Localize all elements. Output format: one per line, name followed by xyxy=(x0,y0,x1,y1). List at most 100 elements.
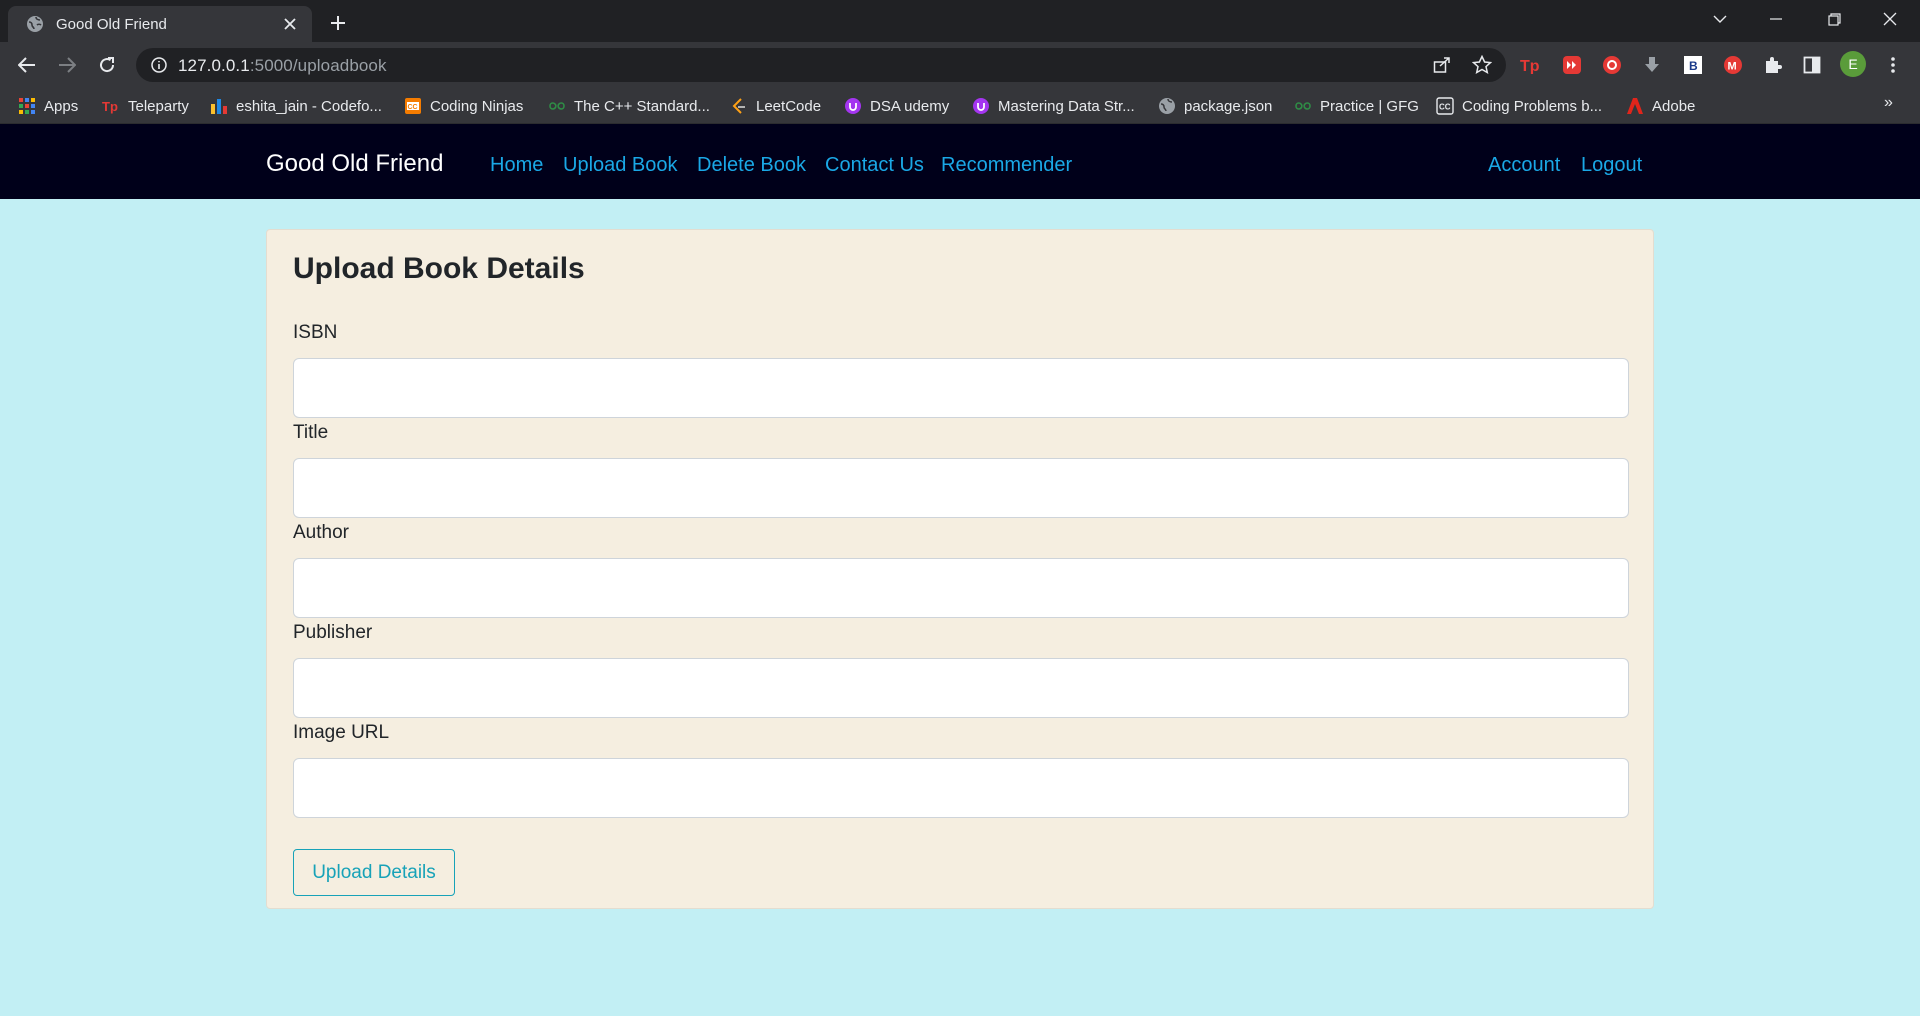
info-icon[interactable] xyxy=(150,56,168,74)
image-url-label: Image URL xyxy=(293,722,390,743)
nav-link-recommender[interactable]: Recommender xyxy=(941,154,1072,177)
svg-text:CC: CC xyxy=(1439,103,1451,112)
fast-forward-extension-icon[interactable] xyxy=(1561,54,1583,76)
bookmarks-bar: Apps Tp Teleparty eshita_jain - Codefo..… xyxy=(0,88,1920,124)
b-extension-icon[interactable]: B xyxy=(1682,54,1704,76)
url-host: 127.0.0.1 xyxy=(178,56,250,75)
forward-button[interactable] xyxy=(52,50,82,80)
bookmark-star-icon[interactable] xyxy=(1472,55,1492,75)
site-brand[interactable]: Good Old Friend xyxy=(266,150,443,178)
publisher-input[interactable] xyxy=(293,658,1629,718)
nav-link-logout[interactable]: Logout xyxy=(1581,154,1642,177)
reload-icon xyxy=(100,57,115,73)
globe-icon xyxy=(27,16,43,32)
author-input[interactable] xyxy=(293,558,1629,618)
side-panel-icon[interactable] xyxy=(1801,54,1823,76)
title-label: Title xyxy=(293,422,329,443)
bookmark-teleparty[interactable]: Tp Teleparty xyxy=(102,94,189,118)
bookmark-dsa-udemy[interactable]: DSA udemy xyxy=(844,94,949,118)
bookmark-adobe[interactable]: Adobe xyxy=(1626,94,1695,118)
gfg-icon xyxy=(549,102,565,110)
svg-text:Tp: Tp xyxy=(102,99,118,114)
bookmark-mastering-data[interactable]: Mastering Data Str... xyxy=(972,94,1135,118)
close-window-button[interactable] xyxy=(1862,0,1918,38)
svg-text:CC: CC xyxy=(408,104,418,111)
bookmark-label: DSA udemy xyxy=(870,97,950,115)
url-text: 127.0.0.1:5000/uploadbook xyxy=(178,56,387,76)
upload-details-button[interactable]: Upload Details xyxy=(293,849,455,896)
nav-link-delete-book[interactable]: Delete Book xyxy=(697,154,806,177)
bookmark-coding-problems[interactable]: CC Coding Problems b... xyxy=(1436,94,1602,118)
bookmark-package-json[interactable]: package.json xyxy=(1158,94,1272,118)
bookmark-label: Adobe xyxy=(1652,97,1696,115)
address-bar[interactable]: 127.0.0.1:5000/uploadbook xyxy=(136,48,1506,82)
bookmark-label: Practice | GFG xyxy=(1320,97,1419,115)
bookmark-cpp-standard[interactable]: The C++ Standard... xyxy=(548,94,710,118)
plus-icon xyxy=(331,16,345,30)
back-button[interactable] xyxy=(12,50,42,80)
new-tab-button[interactable] xyxy=(324,9,352,37)
m-extension-icon[interactable]: M xyxy=(1722,54,1744,76)
tab-title: Good Old Friend xyxy=(56,15,167,33)
adobe-icon xyxy=(1627,98,1643,114)
nav-link-contact-us[interactable]: Contact Us xyxy=(825,154,924,177)
udemy-icon xyxy=(845,98,861,114)
publisher-label: Publisher xyxy=(293,622,373,643)
extensions-puzzle-icon[interactable] xyxy=(1762,54,1784,76)
record-extension-icon[interactable] xyxy=(1601,54,1623,76)
profile-avatar[interactable]: E xyxy=(1840,51,1866,77)
site-navbar: Good Old Friend Home Upload Book Delete … xyxy=(0,124,1920,199)
reload-button[interactable] xyxy=(92,50,122,80)
forward-arrow-icon xyxy=(59,57,76,73)
upload-form-card: Upload Book Details ISBN Title Author Pu… xyxy=(266,229,1654,909)
bookmark-apps[interactable]: Apps xyxy=(18,94,78,118)
bookmark-label: The C++ Standard... xyxy=(574,97,710,115)
browser-toolbar: 127.0.0.1:5000/uploadbook Tp B M E xyxy=(0,42,1920,88)
tab-search-button[interactable] xyxy=(1692,0,1748,38)
close-icon xyxy=(1883,12,1897,26)
chevron-down-icon xyxy=(1713,15,1727,23)
form-title: Upload Book Details xyxy=(293,252,585,285)
svg-text:Tp: Tp xyxy=(1520,58,1540,74)
minimize-button[interactable] xyxy=(1748,0,1804,38)
codeforces-icon xyxy=(211,99,227,114)
title-input[interactable] xyxy=(293,458,1629,518)
close-tab-icon[interactable] xyxy=(280,14,300,34)
bookmark-label: Apps xyxy=(44,97,79,115)
download-extension-icon[interactable] xyxy=(1641,54,1663,76)
bookmark-label: Coding Problems b... xyxy=(1462,97,1603,115)
minimize-icon xyxy=(1770,18,1782,20)
nav-link-account[interactable]: Account xyxy=(1488,154,1560,177)
teleparty-icon: Tp xyxy=(102,99,118,114)
bookmark-label: package.json xyxy=(1184,97,1273,115)
bookmark-label: LeetCode xyxy=(756,97,822,115)
svg-text:B: B xyxy=(1689,59,1698,73)
isbn-input[interactable] xyxy=(293,358,1629,418)
bookmark-label: Teleparty xyxy=(128,97,189,115)
restore-button[interactable] xyxy=(1806,0,1862,38)
image-url-input[interactable] xyxy=(293,758,1629,818)
share-icon[interactable] xyxy=(1432,55,1452,75)
url-path: :5000/uploadbook xyxy=(249,56,387,75)
leetcode-icon xyxy=(732,98,745,114)
bookmark-codeforces[interactable]: eshita_jain - Codefo... xyxy=(210,94,382,118)
coding-ninjas-icon: CC xyxy=(405,98,421,114)
udemy-icon xyxy=(973,98,989,114)
bookmark-practice-gfg[interactable]: Practice | GFG xyxy=(1294,94,1419,118)
restore-icon xyxy=(1827,12,1841,26)
back-arrow-icon xyxy=(18,57,35,73)
bookmark-leetcode[interactable]: LeetCode xyxy=(730,94,821,118)
more-bookmarks-chevron[interactable]: » xyxy=(1884,94,1893,112)
bookmark-label: Mastering Data Str... xyxy=(998,97,1135,115)
browser-tab-strip: Good Old Friend xyxy=(0,0,1920,42)
bookmark-coding-ninjas[interactable]: CC Coding Ninjas xyxy=(404,94,523,118)
teleparty-extension-icon[interactable]: Tp xyxy=(1520,54,1542,76)
author-label: Author xyxy=(293,522,349,543)
globe-icon xyxy=(1159,98,1175,114)
nav-link-upload-book[interactable]: Upload Book xyxy=(563,154,678,177)
codechef-icon: CC xyxy=(1436,97,1454,115)
nav-link-home[interactable]: Home xyxy=(490,154,543,177)
bookmark-label: Coding Ninjas xyxy=(430,97,524,115)
kebab-menu-icon[interactable] xyxy=(1882,54,1904,76)
browser-tab[interactable]: Good Old Friend xyxy=(8,6,312,42)
